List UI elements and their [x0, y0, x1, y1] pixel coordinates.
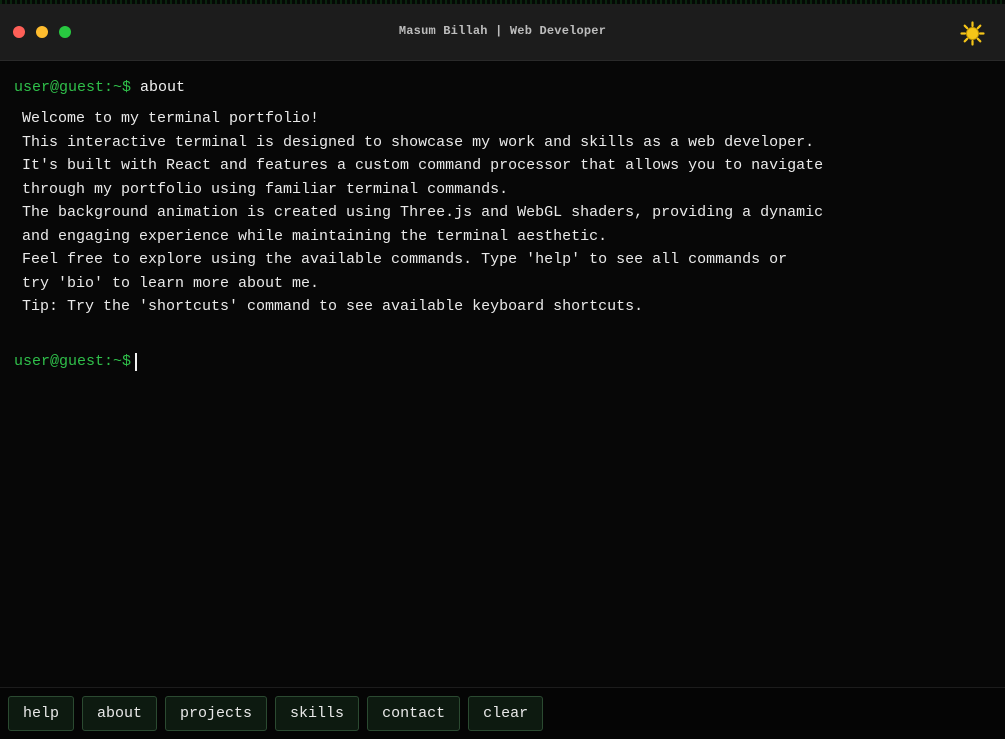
history-command-line: user@guest:~$ about [14, 76, 991, 100]
prompt-label: user@guest:~$ [14, 79, 132, 97]
text-cursor [135, 352, 138, 371]
contact-button[interactable]: contact [367, 696, 461, 731]
output-line: try 'bio' to learn more about me. [22, 274, 320, 292]
terminal-window: Masum Billah | Web Developer user@guest:… [0, 0, 1005, 739]
command-input-line[interactable]: user@guest:~$ [14, 350, 991, 374]
output-line: It's built with React and features a cus… [22, 157, 824, 174]
output-line: Welcome to my terminal portfolio! [22, 110, 320, 127]
window-title: Masum Billah | Web Developer [398, 24, 607, 38]
skills-button[interactable]: skills [275, 696, 360, 731]
terminal-body[interactable]: user@guest:~$ about Welcome to my termin… [0, 62, 1005, 687]
output-line: Feel free to explore using the available… [22, 251, 788, 268]
output-line: This interactive terminal is designed to… [22, 133, 815, 151]
theme-toggle-button[interactable] [960, 21, 985, 46]
sun-icon [960, 21, 985, 46]
clear-button[interactable]: clear [468, 696, 544, 731]
output-line: and engaging experience while maintainin… [22, 227, 608, 245]
output-line: Tip: Try the 'shortcuts' command to see … [22, 298, 644, 315]
executed-command: about [140, 79, 186, 97]
projects-button[interactable]: projects [165, 696, 268, 731]
command-output: Welcome to my terminal portfolio! This i… [14, 107, 991, 319]
output-line: The background animation is created usin… [22, 204, 824, 221]
title-bar: Masum Billah | Web Developer [0, 4, 1005, 61]
help-button[interactable]: help [8, 696, 75, 731]
output-line: through my portfolio using familiar term… [22, 180, 509, 198]
about-button[interactable]: about [82, 696, 158, 731]
prompt-label: user@guest:~$ [14, 352, 132, 370]
quick-command-bar: help about projects skills contact clear [0, 687, 1005, 739]
